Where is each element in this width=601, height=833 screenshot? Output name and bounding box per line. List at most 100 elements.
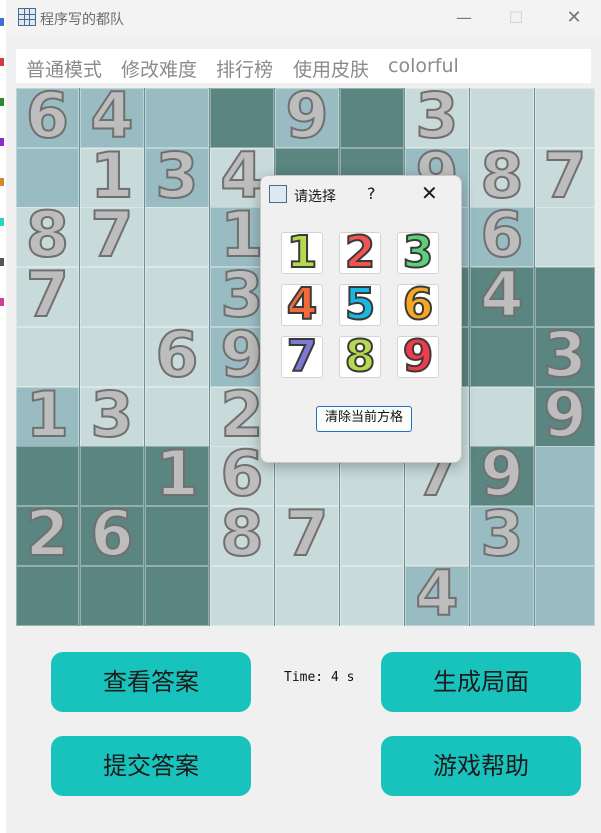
sudoku-cell-r8-c5[interactable]: 7	[275, 500, 339, 568]
menu-normal-mode[interactable]: 普通模式	[26, 55, 102, 82]
sudoku-cell-r7-c3[interactable]: 1	[145, 440, 209, 508]
sudoku-cell-r3-c2[interactable]: 7	[80, 201, 144, 269]
menu-colorful[interactable]: colorful	[388, 55, 459, 77]
sudoku-cell-r8-c4[interactable]: 8	[210, 500, 274, 568]
cell-digit: 7	[89, 198, 134, 271]
cell-digit: 4	[414, 557, 459, 630]
menu-use-skin[interactable]: 使用皮肤	[293, 55, 369, 82]
cell-digit: 6	[25, 79, 70, 152]
edge-mark	[0, 298, 4, 306]
sudoku-cell-r5-c8[interactable]	[470, 327, 534, 387]
cell-digit: 2	[25, 497, 70, 570]
clear-cell-button[interactable]: 清除当前方格	[316, 406, 412, 432]
pick-number-8-button[interactable]: 8	[339, 336, 381, 378]
background-window-edge	[0, 0, 6, 833]
edge-mark	[0, 218, 4, 226]
edge-mark	[0, 138, 4, 146]
sudoku-cell-r6-c1[interactable]: 1	[16, 381, 79, 449]
sudoku-cell-r3-c3[interactable]	[145, 207, 209, 267]
pick-number-6-button[interactable]: 6	[397, 284, 439, 326]
pick-number-label: 8	[344, 336, 377, 378]
sudoku-cell-r9-c5[interactable]	[275, 566, 339, 626]
game-help-button[interactable]: 游戏帮助	[381, 736, 581, 796]
pick-number-label: 7	[286, 336, 319, 378]
cell-digit: 6	[154, 318, 199, 391]
menu-change-difficulty[interactable]: 修改难度	[121, 55, 197, 82]
pick-number-label: 1	[286, 232, 319, 274]
edge-mark	[0, 58, 4, 66]
sudoku-cell-r9-c7[interactable]: 4	[405, 560, 469, 628]
sudoku-cell-r2-c9[interactable]: 7	[535, 142, 595, 210]
sudoku-cell-r9-c3[interactable]	[145, 566, 209, 626]
sudoku-cell-r6-c2[interactable]: 3	[80, 381, 144, 449]
sudoku-cell-r8-c2[interactable]: 6	[80, 500, 144, 568]
cell-digit: 4	[479, 258, 524, 331]
pick-number-5-button[interactable]: 5	[339, 284, 381, 326]
dialog-title: 请选择	[294, 189, 336, 205]
edge-mark	[0, 98, 4, 106]
sudoku-cell-r2-c3[interactable]: 3	[145, 142, 209, 210]
sudoku-cell-r8-c1[interactable]: 2	[16, 500, 79, 568]
sudoku-cell-r1-c6[interactable]	[340, 88, 404, 148]
title-bar: 程序写的都队 — ☐ ✕	[6, 0, 601, 38]
sudoku-cell-r5-c3[interactable]: 6	[145, 321, 209, 389]
pick-number-label: 3	[402, 232, 435, 274]
sudoku-cell-r3-c9[interactable]	[535, 207, 595, 267]
edge-mark	[0, 178, 4, 186]
app-sudoku-icon	[18, 8, 36, 26]
close-button[interactable]: ✕	[554, 6, 594, 30]
pick-number-7-button[interactable]: 7	[281, 336, 323, 378]
pick-number-4-button[interactable]: 4	[281, 284, 323, 326]
number-picker-dialog: 请选择 ? ✕ 123 456 789 清除当前方格	[260, 175, 462, 463]
sudoku-cell-r9-c1[interactable]	[16, 566, 79, 626]
pick-number-label: 9	[402, 336, 435, 378]
cell-digit: 9	[542, 378, 587, 451]
dialog-app-icon	[269, 185, 287, 203]
pick-number-label: 4	[286, 284, 319, 326]
view-answer-button[interactable]: 查看答案	[51, 652, 251, 712]
menu-bar: 普通模式 修改难度 排行榜 使用皮肤 colorful	[16, 49, 591, 83]
sudoku-cell-r4-c8[interactable]: 4	[470, 261, 534, 329]
maximize-button[interactable]: ☐	[496, 6, 536, 30]
sudoku-cell-r8-c8[interactable]: 3	[470, 500, 534, 568]
cell-digit: 1	[25, 378, 70, 451]
sudoku-cell-r9-c6[interactable]	[340, 566, 404, 626]
submit-answer-button[interactable]: 提交答案	[51, 736, 251, 796]
menu-leaderboard[interactable]: 排行榜	[216, 55, 273, 82]
window-title: 程序写的都队	[40, 12, 124, 28]
sudoku-cell-r4-c1[interactable]: 7	[16, 261, 79, 329]
cell-digit: 1	[154, 437, 199, 510]
pick-number-9-button[interactable]: 9	[397, 336, 439, 378]
sudoku-cell-r9-c2[interactable]	[80, 566, 144, 626]
pick-number-2-button[interactable]: 2	[339, 232, 381, 274]
cell-digit: 3	[154, 139, 199, 212]
sudoku-cell-r4-c2[interactable]	[80, 267, 144, 327]
sudoku-cell-r8-c9[interactable]	[535, 506, 595, 566]
dialog-close-button[interactable]: ✕	[421, 181, 438, 205]
sudoku-cell-r8-c6[interactable]	[340, 506, 404, 566]
sudoku-cell-r9-c8[interactable]	[470, 566, 534, 626]
cell-digit: 3	[89, 378, 134, 451]
sudoku-cell-r7-c9[interactable]	[535, 446, 595, 506]
generate-puzzle-button[interactable]: 生成局面	[381, 652, 581, 712]
sudoku-cell-r9-c4[interactable]	[210, 566, 274, 626]
pick-number-1-button[interactable]: 1	[281, 232, 323, 274]
sudoku-cell-r1-c5[interactable]: 9	[275, 82, 339, 150]
pick-number-label: 2	[344, 232, 377, 274]
cell-digit: 7	[542, 139, 587, 212]
sudoku-cell-r6-c9[interactable]: 9	[535, 381, 595, 449]
cell-digit: 3	[479, 497, 524, 570]
sudoku-cell-r9-c9[interactable]	[535, 566, 595, 626]
edge-mark	[0, 18, 4, 26]
cell-digit: 7	[284, 497, 329, 570]
edge-mark	[0, 258, 4, 266]
pick-number-label: 5	[344, 284, 377, 326]
timer-text: Time: 4 s	[284, 670, 355, 685]
sudoku-cell-r1-c1[interactable]: 6	[16, 82, 79, 150]
sudoku-cell-r8-c3[interactable]	[145, 506, 209, 566]
dialog-help-button[interactable]: ?	[367, 184, 376, 203]
minimize-button[interactable]: —	[444, 6, 484, 30]
cell-digit: 6	[89, 497, 134, 570]
pick-number-3-button[interactable]: 3	[397, 232, 439, 274]
cell-digit: 7	[25, 258, 70, 331]
